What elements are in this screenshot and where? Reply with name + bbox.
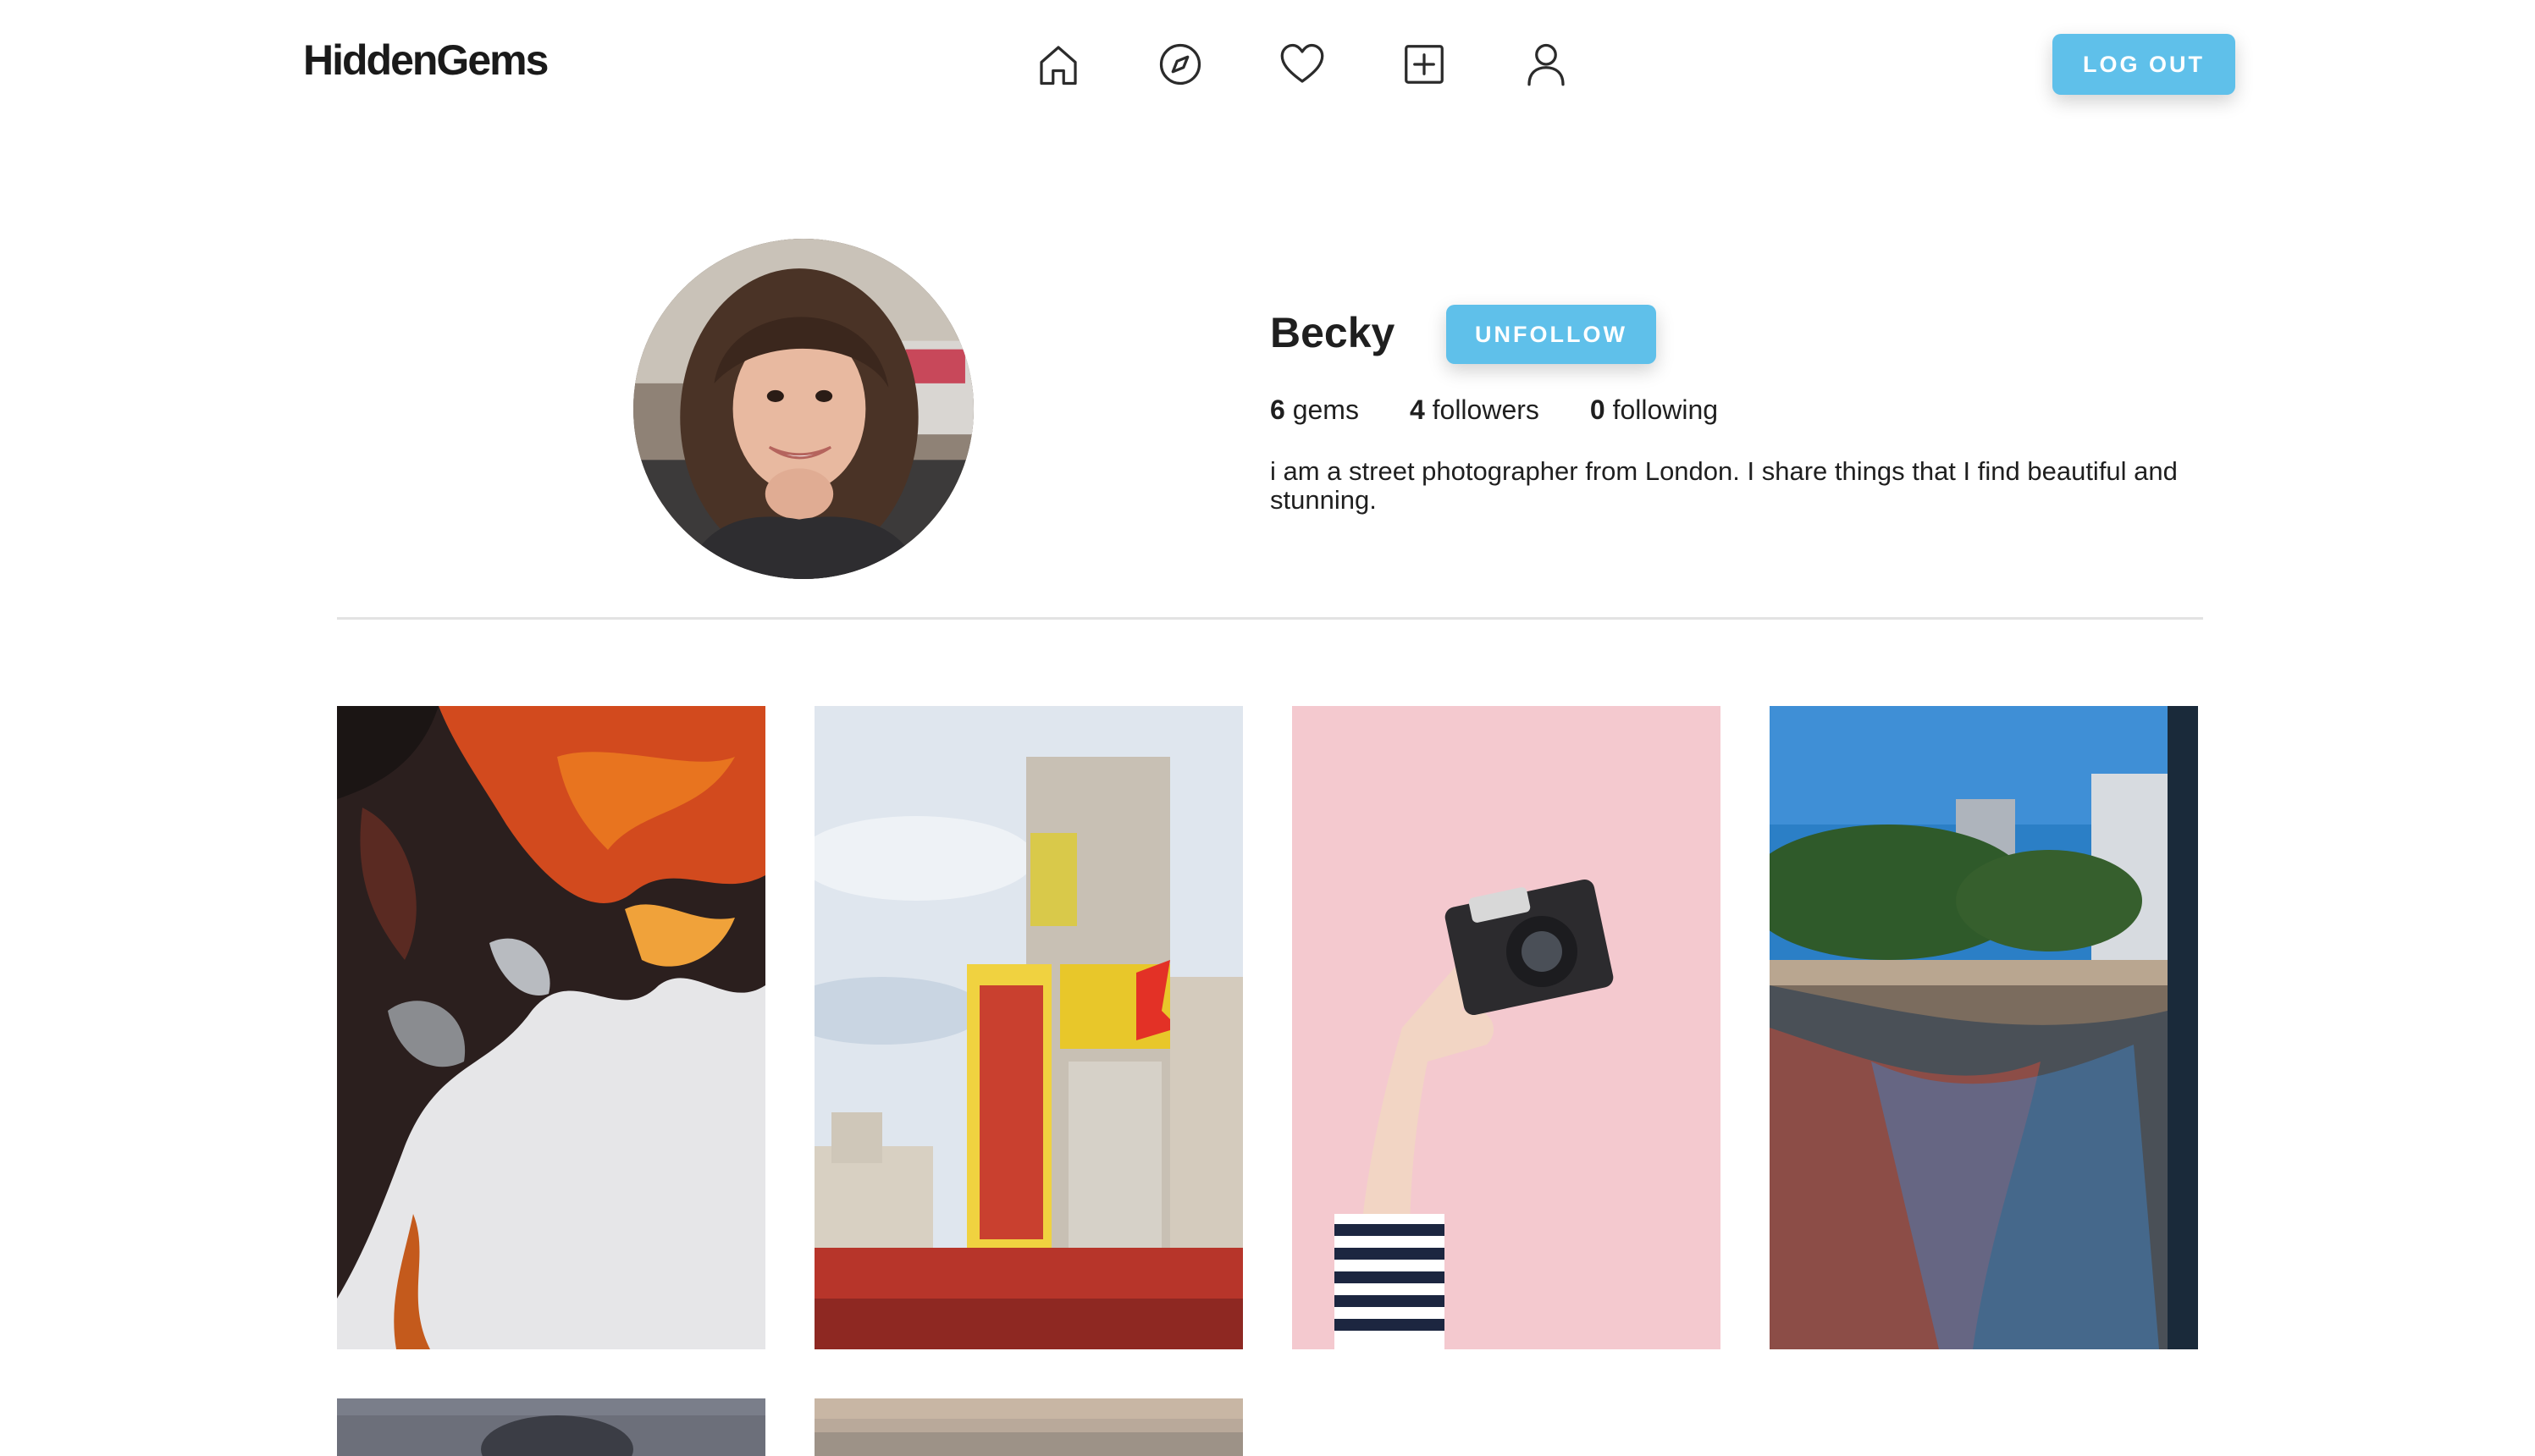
home-icon[interactable] (1031, 37, 1085, 91)
user-icon[interactable] (1519, 37, 1573, 91)
profile-bio: i am a street photographer from London. … (1270, 456, 2178, 515)
gallery-image (337, 1398, 765, 1456)
gallery-tile-hand-holding-camera[interactable] (1292, 706, 1720, 1349)
gallery-tile-dusk-sky-photo[interactable] (815, 1398, 1243, 1456)
gallery-tile-city-buildings-murals[interactable] (815, 706, 1243, 1349)
gallery-image (815, 706, 1243, 1349)
add-post-icon[interactable] (1397, 37, 1451, 91)
avatar (633, 239, 974, 579)
gallery-image (815, 1398, 1243, 1456)
gallery-image (337, 706, 765, 1349)
main-nav (1031, 37, 1573, 91)
following-label: following (1612, 394, 1719, 425)
followers-label: followers (1432, 394, 1539, 425)
gallery-tile-abstract-fluid-art[interactable] (337, 706, 765, 1349)
unfollow-button[interactable]: UNFOLLOW (1446, 305, 1656, 364)
gems-label: gems (1292, 394, 1359, 425)
compass-icon[interactable] (1153, 37, 1207, 91)
heart-icon[interactable] (1275, 37, 1329, 91)
profile-stats: 6 gems 4 followers 0 following (1270, 394, 1718, 426)
gallery-tile-marathon-runners[interactable] (1770, 706, 2198, 1349)
gems-stat: 6 gems (1270, 394, 1359, 426)
gallery-image (1292, 706, 1720, 1349)
following-stat[interactable]: 0 following (1590, 394, 1718, 426)
gems-count: 6 (1270, 394, 1285, 425)
gallery-tile-dark-sky-photo[interactable] (337, 1398, 765, 1456)
following-count: 0 (1589, 394, 1605, 425)
followers-count: 4 (1409, 394, 1425, 425)
top-navbar: HiddenGems LOG OUT (0, 0, 2535, 129)
gallery-image (1770, 706, 2198, 1349)
app-logo[interactable]: HiddenGems (303, 36, 549, 85)
followers-stat[interactable]: 4 followers (1410, 394, 1539, 426)
profile-name: Becky (1270, 309, 1395, 356)
section-divider (337, 617, 2203, 620)
logout-button[interactable]: LOG OUT (2052, 34, 2235, 95)
avatar-photo (633, 239, 974, 579)
